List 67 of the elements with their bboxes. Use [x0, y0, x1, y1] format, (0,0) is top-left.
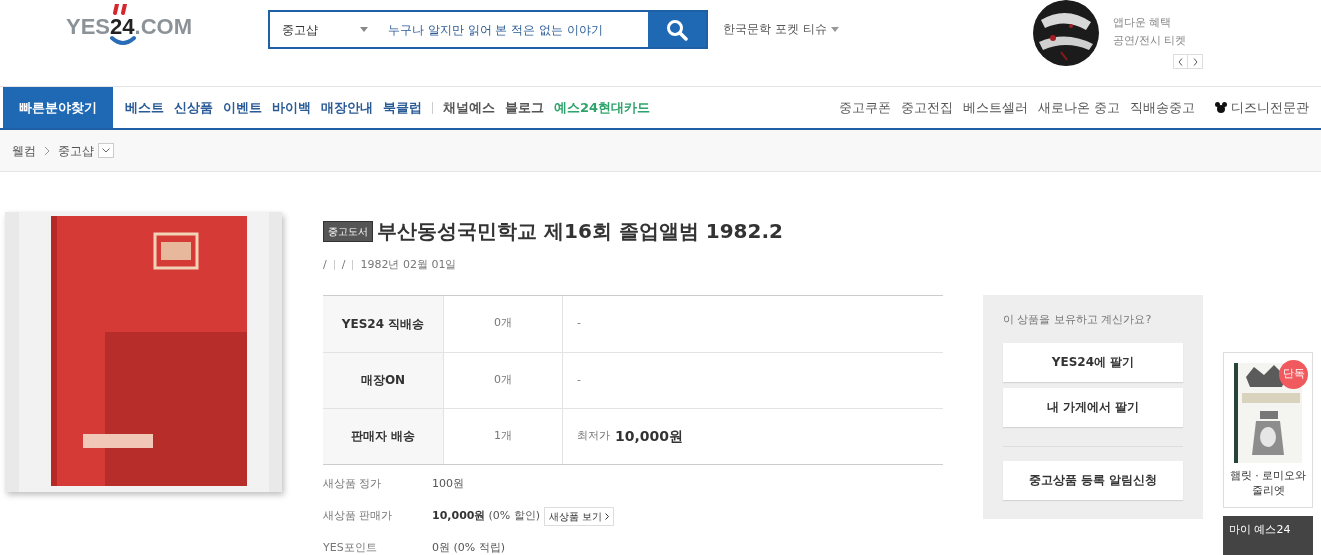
exclusive-badge: 단독 — [1279, 360, 1308, 389]
price-text: 10,000원 — [615, 426, 684, 446]
meta-text: 1982년 02월 01일 — [360, 257, 457, 273]
nav-link[interactable]: 디즈니전문관 — [1231, 97, 1309, 118]
chevron-down-icon — [102, 148, 110, 153]
price-label: YES포인트 — [323, 540, 378, 555]
nav-link[interactable]: 중고쿠폰 — [838, 97, 891, 118]
nav-link[interactable]: 이벤트 — [223, 97, 262, 118]
new-product-button[interactable]: 새상품 보기 — [544, 507, 615, 526]
promo-text[interactable]: 공연/전시 티켓 — [1113, 32, 1203, 50]
search-button[interactable] — [648, 12, 706, 47]
meta-text: / — [323, 257, 327, 273]
caret-icon — [360, 27, 368, 32]
promo-text[interactable]: 앱다운 혜택 — [1113, 14, 1203, 32]
table-cell: - — [577, 315, 581, 332]
table-cell-text: 최저가 — [577, 427, 610, 444]
discount-text: (0% 할인) — [488, 508, 540, 525]
my-menu[interactable]: 마이 예스24 — [1223, 516, 1313, 555]
table-cell-text: - — [577, 371, 581, 388]
logo[interactable]: YES24.COM — [66, 4, 192, 54]
price-value: 0원 (0% 적립) — [432, 540, 506, 555]
breadcrumb-link[interactable]: 중고샵 — [58, 141, 94, 160]
price-label: 새상품 판매가 — [323, 508, 394, 525]
question-text: 이 상품을 보유하고 계신가요? — [1003, 312, 1153, 328]
meta-text: / — [341, 257, 346, 273]
sell-button[interactable]: 내 가게에서 팔기 — [1003, 387, 1183, 427]
product-title: 부산동성국민학교 제16회 졸업앨범 1982.2 — [377, 218, 783, 245]
notify-button[interactable]: 중고상품 등록 알림신청 — [1003, 460, 1183, 500]
category-badge: 중고도서 — [323, 220, 373, 242]
table-cell: 1개 — [443, 408, 563, 464]
chevron-right-icon — [1192, 57, 1198, 66]
nav-link[interactable]: 신상품 — [174, 97, 213, 118]
search-icon — [666, 18, 688, 41]
caret-icon — [830, 26, 839, 32]
nav-link[interactable]: 매장안내 — [321, 97, 373, 118]
table-cell: 판매자 배송 — [323, 408, 443, 464]
chevron-right-icon — [605, 513, 610, 520]
price-value: 100원 — [432, 476, 464, 493]
price-label: 새상품 정가 — [323, 476, 383, 493]
sell-button[interactable]: YES24에 팔기 — [1003, 342, 1183, 382]
category-select[interactable]: 중고샵 — [270, 12, 380, 47]
mouse-ears-icon — [1215, 102, 1227, 113]
table-cell: 0개 — [443, 352, 563, 408]
chevron-left-icon — [1178, 57, 1183, 66]
table-cell: 매장ON — [323, 352, 443, 408]
breadcrumb-link[interactable]: 웰컴 — [12, 141, 36, 160]
nav-link[interactable]: 중고전집 — [900, 97, 953, 118]
book-title: 햄릿 · 로미오와 줄리엣 — [1228, 468, 1308, 498]
nav-link[interactable]: 블로그 — [505, 97, 544, 118]
nav-link[interactable]: 직배송중고 — [1130, 97, 1195, 118]
nav-link[interactable]: 베스트셀러 — [962, 97, 1028, 118]
previous-button[interactable] — [1173, 54, 1188, 69]
table-cell: 0개 — [443, 295, 563, 352]
nav-link[interactable]: 채널예스 — [443, 97, 495, 118]
recommend-card[interactable]: 단독 햄릿 · 로미오와 줄리엣 — [1223, 352, 1313, 508]
dropdown-button[interactable] — [98, 143, 114, 158]
search-bar[interactable]: 중고샵 누구나 알지만 읽어 본 적은 없는 이야기 — [268, 10, 708, 49]
keyword-link[interactable]: 한국문학 포켓 티슈 — [723, 20, 827, 38]
next-button[interactable] — [1188, 54, 1203, 69]
price-value: 10,000원 — [432, 508, 486, 525]
chevron-right-icon — [44, 145, 50, 156]
nav-link[interactable]: 새로나온 중고 — [1037, 97, 1120, 118]
quick-category-button[interactable]: 빠른분야찾기 — [3, 87, 113, 128]
table-cell: YES24 직배송 — [323, 295, 443, 352]
nav-link[interactable]: 북클럽 — [383, 97, 422, 118]
nav-link[interactable]: 베스트 — [125, 97, 164, 118]
nav-link[interactable]: 바이백 — [272, 97, 311, 118]
